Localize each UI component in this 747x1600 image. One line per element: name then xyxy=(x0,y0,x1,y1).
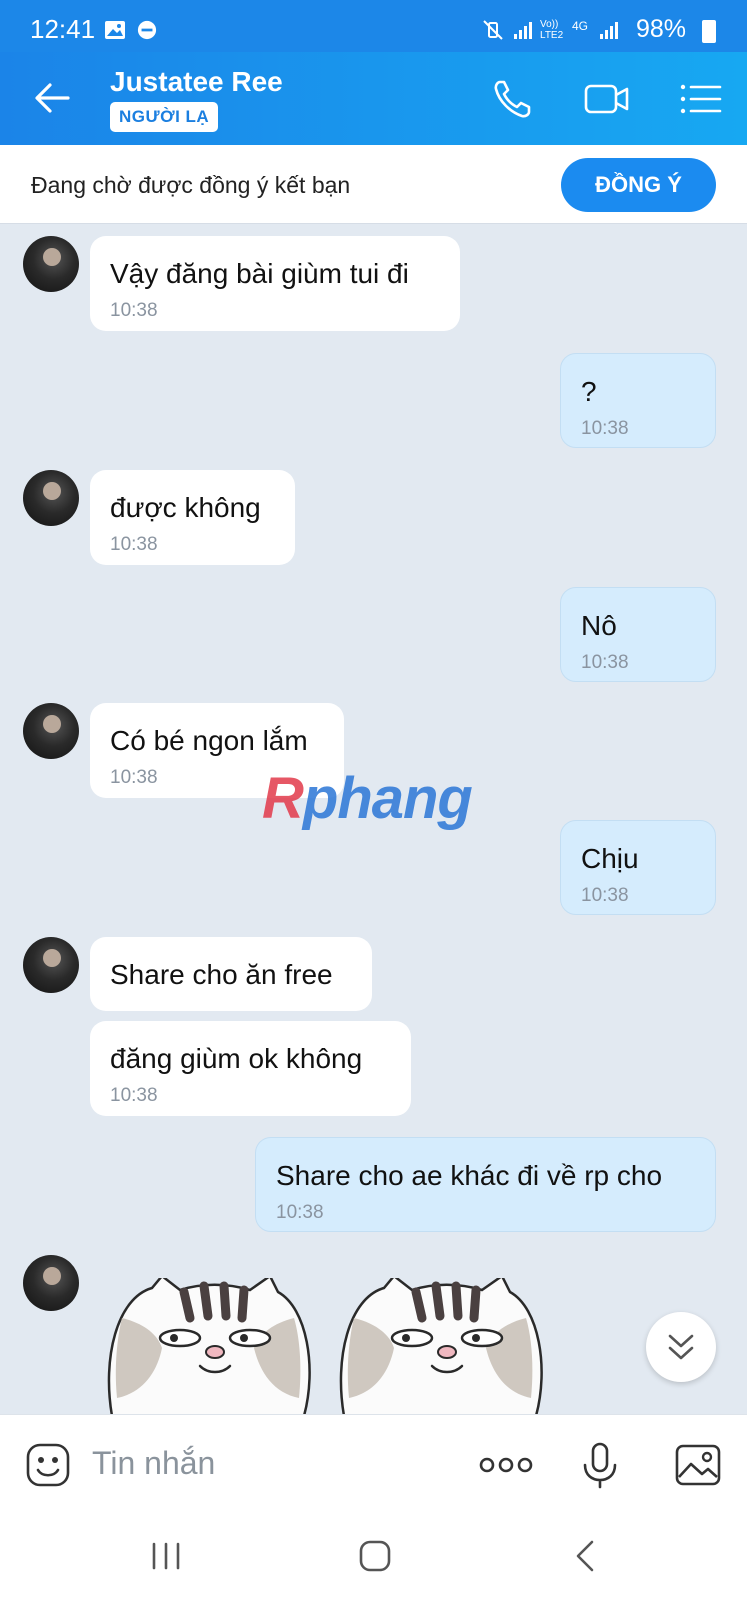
message-text: được không xyxy=(110,492,261,523)
message-text: Có bé ngon lắm xyxy=(110,725,308,756)
message-bubble[interactable]: ? 10:38 xyxy=(560,353,716,448)
battery-percent: 98% xyxy=(636,15,687,43)
message-bubble[interactable]: đăng giùm ok không 10:38 xyxy=(90,1021,411,1116)
menu-list-icon[interactable] xyxy=(678,76,724,122)
message-bubble[interactable]: Chịu 10:38 xyxy=(560,820,716,915)
accept-friend-button[interactable]: ĐỒNG Ý xyxy=(561,158,716,212)
message-text: Share cho ae khác đi về rp cho xyxy=(276,1160,663,1191)
message-bubble[interactable]: Vậy đăng bài giùm tui đi 10:38 xyxy=(90,236,460,331)
friend-request-bar: Đang chờ được đồng ý kết bạn ĐỒNG Ý xyxy=(0,145,747,224)
back-arrow-icon[interactable] xyxy=(32,78,72,118)
do-not-disturb-icon xyxy=(137,20,157,40)
signal-1-icon xyxy=(514,22,532,39)
avatar[interactable] xyxy=(23,1255,79,1311)
vibrate-mute-icon xyxy=(483,20,503,40)
avatar[interactable] xyxy=(23,470,79,526)
status-bar: 12:41 Vo)) LTE2 4G 98% xyxy=(0,0,747,52)
contact-name[interactable]: Justatee Ree xyxy=(110,66,283,98)
composer-bar: Tin nhắn xyxy=(0,1414,747,1514)
network-volte-label: Vo)) LTE2 xyxy=(540,19,564,41)
signal-2-icon xyxy=(600,22,618,39)
battery-icon xyxy=(702,20,716,43)
stranger-badge: NGƯỜI LẠ xyxy=(110,102,219,132)
friend-request-text: Đang chờ được đồng ý kết bạn xyxy=(31,172,351,198)
message-bubble[interactable]: Share cho ăn free xyxy=(90,937,372,1011)
avatar[interactable] xyxy=(23,937,79,993)
microphone-icon[interactable] xyxy=(576,1441,624,1489)
image-icon[interactable] xyxy=(674,1441,722,1489)
gallery-notification-icon xyxy=(105,21,125,39)
message-time: 10:38 xyxy=(110,767,158,788)
message-bubble[interactable]: Share cho ae khác đi về rp cho 10:38 xyxy=(255,1137,716,1232)
message-time: 10:38 xyxy=(581,885,629,906)
video-call-icon[interactable] xyxy=(584,76,630,122)
message-input[interactable]: Tin nhắn xyxy=(92,1445,215,1482)
message-time: 10:38 xyxy=(276,1202,324,1223)
message-time: 10:38 xyxy=(581,652,629,673)
more-dots-icon[interactable] xyxy=(478,1441,534,1489)
message-text: Nô xyxy=(581,610,617,641)
back-nav-icon[interactable] xyxy=(566,1536,606,1576)
avatar[interactable] xyxy=(23,236,79,292)
phone-icon[interactable] xyxy=(490,76,536,122)
message-time: 10:38 xyxy=(110,300,158,321)
status-time: 12:41 xyxy=(30,14,96,44)
message-time: 10:38 xyxy=(110,1085,158,1106)
emoji-icon[interactable] xyxy=(24,1441,72,1489)
scroll-to-bottom-button[interactable] xyxy=(646,1312,716,1382)
home-icon[interactable] xyxy=(355,1536,395,1576)
cat-sticker-image[interactable] xyxy=(334,1278,546,1416)
message-time: 10:38 xyxy=(110,534,158,555)
message-text: ? xyxy=(581,376,597,407)
cat-sticker-image[interactable] xyxy=(102,1278,314,1416)
double-chevron-down-icon xyxy=(668,1334,694,1360)
message-text: Share cho ăn free xyxy=(110,959,333,990)
message-text: Chịu xyxy=(581,843,639,874)
message-time: 10:38 xyxy=(581,418,629,439)
system-nav-bar xyxy=(0,1514,747,1600)
message-text: đăng giùm ok không xyxy=(110,1043,363,1074)
recent-apps-icon[interactable] xyxy=(146,1536,186,1576)
message-bubble[interactable]: được không 10:38 xyxy=(90,470,295,565)
avatar[interactable] xyxy=(23,703,79,759)
message-bubble[interactable]: Nô 10:38 xyxy=(560,587,716,682)
chat-header: Justatee Ree NGƯỜI LẠ xyxy=(0,52,747,145)
watermark-logo: Rphang xyxy=(262,766,473,831)
network-4g-label: 4G xyxy=(572,19,589,33)
message-text: Vậy đăng bài giùm tui đi xyxy=(110,258,409,289)
